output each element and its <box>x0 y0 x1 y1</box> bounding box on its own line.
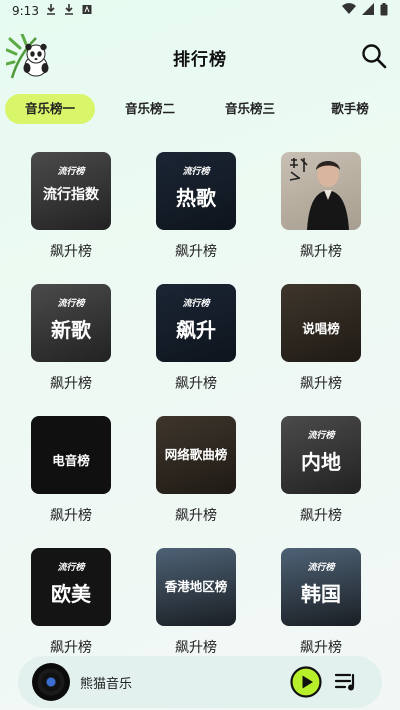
status-time: 9:13 <box>12 4 39 18</box>
wifi-icon <box>342 3 356 15</box>
chart-card[interactable]: 飙升榜 <box>281 152 361 261</box>
cover-badge: 流行榜 <box>57 299 85 309</box>
cover-title: 电音榜 <box>52 453 90 468</box>
cover-title: 新歌 <box>51 318 91 342</box>
chart-cover: 流行榜 流行指数 <box>31 152 111 230</box>
chart-card[interactable]: 流行榜 欧美 飙升榜 <box>31 548 111 657</box>
download-icon <box>65 4 73 15</box>
chart-card[interactable]: 流行榜 内地 飙升榜 <box>281 416 361 525</box>
cover-badge: 流行榜 <box>182 299 210 309</box>
tab-music-chart-1[interactable]: 音乐榜一 <box>5 94 95 124</box>
chart-label: 飙升榜 <box>300 640 342 656</box>
chart-cover: 香港地区榜 <box>156 548 236 626</box>
chart-label: 飙升榜 <box>50 640 92 656</box>
chart-label: 飙升榜 <box>50 508 92 524</box>
cover-title: 韩国 <box>301 582 341 606</box>
status-bar: 9:13 <box>0 0 400 24</box>
header: 排行榜 <box>0 30 400 82</box>
signal-icon <box>362 3 374 15</box>
status-notifications <box>46 4 92 16</box>
chart-card[interactable]: 说唱榜 飙升榜 <box>281 284 361 393</box>
calligraphy-mark <box>289 158 308 181</box>
cover-title: 流行指数 <box>43 187 99 203</box>
cover-title: 欧美 <box>51 582 91 606</box>
cover-badge: 流行榜 <box>307 563 335 573</box>
chart-label: 飙升榜 <box>300 508 342 524</box>
chart-cover: 流行榜 热歌 <box>156 152 236 230</box>
chart-card[interactable]: 香港地区榜 飙升榜 <box>156 548 236 657</box>
cover-title: 飙升 <box>176 318 216 342</box>
battery-icon <box>380 3 388 16</box>
page-title: 排行榜 <box>173 50 227 70</box>
chart-cover: 流行榜 新歌 <box>31 284 111 362</box>
cover-title: 说唱榜 <box>302 321 340 336</box>
chart-label: 飙升榜 <box>300 244 342 260</box>
chart-cover: 流行榜 内地 <box>281 416 361 494</box>
chart-cover: 流行榜 飙升 <box>156 284 236 362</box>
chart-cover <box>281 152 361 230</box>
tab-music-chart-2[interactable]: 音乐榜二 <box>105 94 195 124</box>
album-disc[interactable] <box>32 663 70 701</box>
cover-badge: 流行榜 <box>57 563 85 573</box>
chart-label: 飙升榜 <box>50 244 92 260</box>
font-icon <box>82 5 92 14</box>
chart-label: 飙升榜 <box>300 376 342 392</box>
chart-label: 飙升榜 <box>175 640 217 656</box>
chart-card[interactable]: 网络歌曲榜 飙升榜 <box>156 416 236 525</box>
playlist-icon[interactable] <box>334 670 358 694</box>
chart-card[interactable]: 流行榜 流行指数 飙升榜 <box>31 152 111 261</box>
chart-card[interactable]: 电音榜 飙升榜 <box>31 416 111 525</box>
chart-label: 飙升榜 <box>50 376 92 392</box>
chart-label: 飙升榜 <box>175 508 217 524</box>
status-system <box>342 3 388 16</box>
cover-title: 热歌 <box>176 186 216 210</box>
mini-player[interactable]: 熊猫音乐 <box>18 656 382 708</box>
cover-badge: 流行榜 <box>57 167 85 177</box>
chart-label: 飙升榜 <box>175 244 217 260</box>
search-icon[interactable] <box>360 42 388 70</box>
chart-card[interactable]: 流行榜 飙升 飙升榜 <box>156 284 236 393</box>
cover-title: 内地 <box>301 450 341 474</box>
tab-music-chart-3[interactable]: 音乐榜三 <box>205 94 295 124</box>
tab-singer-chart[interactable]: 歌手榜 <box>305 94 395 124</box>
chart-cover: 网络歌曲榜 <box>156 416 236 494</box>
chart-cover: 流行榜 欧美 <box>31 548 111 626</box>
chart-card[interactable]: 流行榜 韩国 飙升榜 <box>281 548 361 657</box>
chart-label: 飙升榜 <box>175 376 217 392</box>
play-icon[interactable] <box>290 666 322 698</box>
cover-title: 香港地区榜 <box>164 579 228 594</box>
tab-bar: 音乐榜一 音乐榜二 音乐榜三 歌手榜 <box>5 94 395 124</box>
cover-badge: 流行榜 <box>307 431 335 441</box>
player-title: 熊猫音乐 <box>80 677 133 692</box>
cover-title: 网络歌曲榜 <box>164 447 228 462</box>
chart-cover: 说唱榜 <box>281 284 361 362</box>
cover-badge: 流行榜 <box>182 167 210 177</box>
chart-card[interactable]: 流行榜 热歌 飙升榜 <box>156 152 236 261</box>
chart-cover: 流行榜 韩国 <box>281 548 361 626</box>
chart-card[interactable]: 流行榜 新歌 飙升榜 <box>31 284 111 393</box>
chart-cover: 电音榜 <box>31 416 111 494</box>
download-icon <box>47 4 55 15</box>
